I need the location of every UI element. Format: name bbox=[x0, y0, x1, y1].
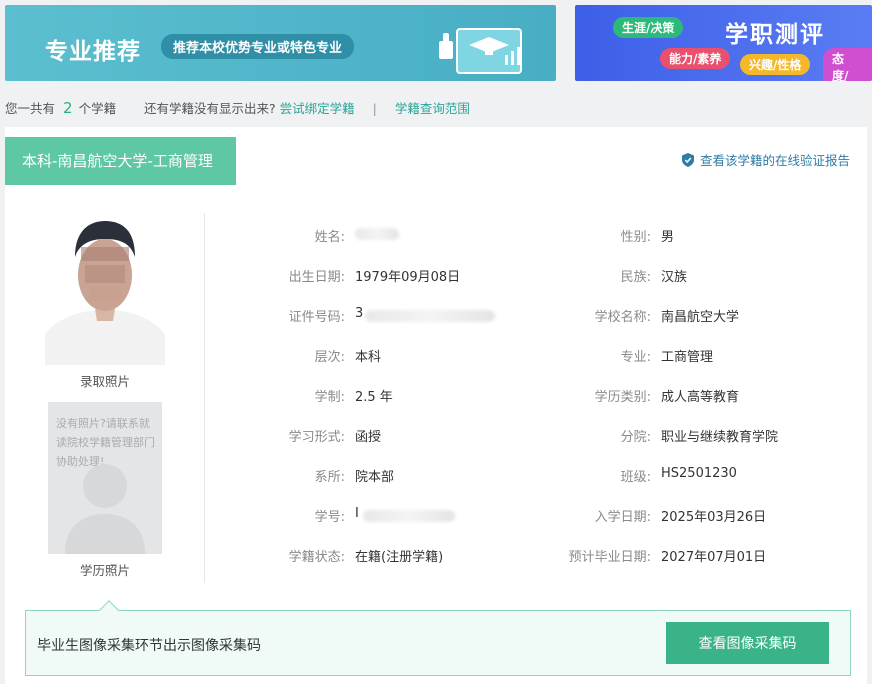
field-name-value bbox=[355, 226, 399, 246]
student-record-card: 本科-南昌航空大学-工商管理 查看该学籍的在线验证报告 录取照片 没有照片?请联… bbox=[5, 127, 867, 684]
pointer-caret bbox=[99, 600, 119, 620]
field-duration: 学制: bbox=[314, 390, 345, 405]
field-study-mode: 学习形式: bbox=[288, 430, 345, 445]
tag-career-decision: 生涯/决策 bbox=[613, 17, 684, 38]
field-student-id: 学号: bbox=[314, 510, 345, 525]
career-assessment-banner[interactable]: 生涯/决策 学职测评 能力/素养 兴趣/性格 态度/评 bbox=[575, 5, 872, 81]
major-recommend-banner[interactable]: 专业推荐 推荐本校优势专业或特色专业 bbox=[5, 5, 556, 81]
tag-ability: 能力/素养 bbox=[660, 48, 731, 69]
image-capture-text: 毕业生图像采集环节出示图像采集码 bbox=[37, 638, 261, 654]
bind-record-link[interactable]: 尝试绑定学籍 bbox=[280, 101, 355, 116]
banner-title: 学职测评 bbox=[725, 22, 825, 48]
tag-attitude: 态度/评 bbox=[823, 48, 872, 81]
banner-subtitle-pill: 推荐本校优势专业或特色专业 bbox=[161, 34, 355, 59]
verify-report-label: 查看该学籍的在线验证报告 bbox=[699, 153, 850, 168]
field-gender: 性别: bbox=[620, 230, 651, 245]
query-scope-link[interactable]: 学籍查询范围 bbox=[395, 101, 470, 116]
tag-interest: 兴趣/性格 bbox=[740, 54, 811, 75]
field-id-number-value: 3 bbox=[355, 306, 515, 326]
shield-icon bbox=[681, 152, 694, 167]
redacted-value bbox=[363, 510, 455, 522]
degree-tab[interactable]: 本科-南昌航空大学-工商管理 bbox=[5, 137, 236, 185]
admission-photo-caption: 录取照片 bbox=[79, 374, 130, 389]
field-class: 班级: bbox=[620, 470, 651, 485]
graduation-cap-icon bbox=[439, 28, 522, 74]
field-edu-type: 学历类别: bbox=[594, 390, 651, 405]
person-photo-icon bbox=[45, 217, 165, 365]
photo-column: 录取照片 没有照片?请联系就读院校学籍管理部门协助处理! 学历照片 bbox=[45, 217, 165, 579]
education-photo-caption: 学历照片 bbox=[79, 563, 130, 578]
image-capture-bar: 毕业生图像采集环节出示图像采集码 查看图像采集码 bbox=[25, 600, 851, 676]
missing-question: 还有学籍没有显示出来? bbox=[144, 101, 276, 116]
field-level: 层次: bbox=[314, 350, 345, 365]
record-count-line: 您一共有 2 个学籍 还有学籍没有显示出来? 尝试绑定学籍 | 学籍查询范围 bbox=[5, 98, 470, 117]
field-enroll-date: 入学日期: bbox=[594, 510, 651, 525]
separator: | bbox=[372, 101, 377, 116]
verify-report-link[interactable]: 查看该学籍的在线验证报告 bbox=[681, 150, 850, 169]
field-id-number: 证件号码: bbox=[288, 310, 345, 325]
field-major: 专业: bbox=[620, 350, 651, 365]
field-label: 姓名: bbox=[314, 230, 345, 245]
redacted-value bbox=[355, 227, 399, 240]
field-name: 姓名: bbox=[205, 226, 345, 246]
count-suffix: 个学籍 bbox=[78, 101, 117, 116]
redacted-value bbox=[365, 310, 495, 322]
field-school: 学校名称: bbox=[594, 310, 651, 325]
field-branch: 分院: bbox=[620, 430, 651, 445]
count-prefix: 您一共有 bbox=[5, 101, 56, 116]
admission-photo bbox=[45, 217, 165, 365]
person-silhouette-icon bbox=[65, 464, 145, 554]
field-birthdate: 出生日期: bbox=[288, 270, 345, 285]
education-photo-placeholder: 没有照片?请联系就读院校学籍管理部门协助处理! bbox=[48, 402, 162, 554]
record-count: 2 bbox=[63, 99, 73, 117]
field-ethnicity: 民族: bbox=[620, 270, 651, 285]
view-capture-code-button[interactable]: 查看图像采集码 bbox=[666, 622, 829, 664]
banner-title: 专业推荐 bbox=[45, 39, 141, 65]
field-department: 系所: bbox=[314, 470, 345, 485]
field-graduation-date: 预计毕业日期: bbox=[568, 550, 651, 565]
field-student-id-value: I bbox=[355, 506, 475, 526]
field-status: 学籍状态: bbox=[288, 550, 345, 565]
